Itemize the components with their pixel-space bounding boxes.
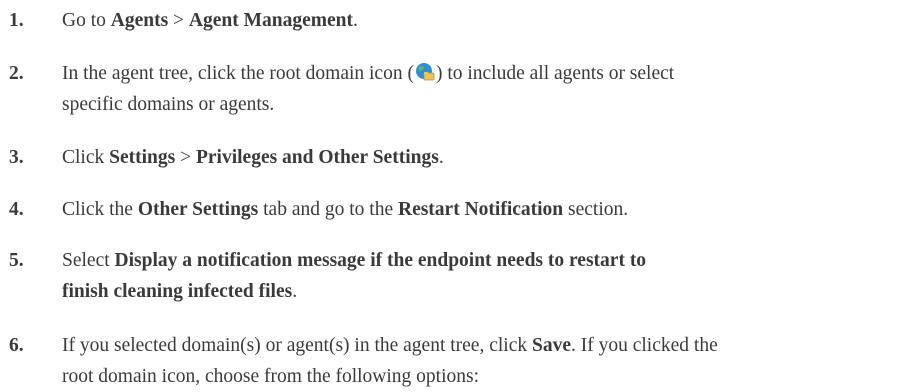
option-display-notification: Display a notification message if the en…: [114, 250, 647, 271]
step-number: 3.: [9, 147, 24, 168]
menu-agents: Agents: [110, 10, 169, 31]
menu-agent-management: Agent Management: [188, 10, 354, 31]
section-restart-notification: Restart Notification: [397, 199, 564, 220]
globe-folder-icon: [415, 61, 435, 81]
step-text: In the agent tree, click the root domain…: [62, 61, 675, 115]
tab-other-settings: Other Settings: [137, 199, 259, 220]
step-text: Click Settings > Privileges and Other Se…: [62, 147, 444, 168]
step-number: 6.: [9, 335, 24, 356]
step-text: Select Display a notification message if…: [62, 250, 647, 302]
step-number: 1.: [9, 10, 24, 31]
step-text: If you selected domain(s) or agent(s) in…: [62, 335, 718, 387]
menu-privileges-other-settings: Privileges and Other Settings: [195, 147, 439, 168]
step-text: Go to Agents > Agent Management.: [62, 10, 358, 31]
button-save-ref: Save: [531, 335, 571, 356]
step-number: 4.: [9, 199, 24, 220]
step-number: 2.: [9, 63, 24, 84]
step-number: 5.: [9, 250, 24, 271]
option-display-notification-cont: finish cleaning infected files: [62, 281, 293, 302]
menu-settings: Settings: [109, 147, 176, 168]
step-text: Click the Other Settings tab and go to t…: [62, 199, 629, 220]
